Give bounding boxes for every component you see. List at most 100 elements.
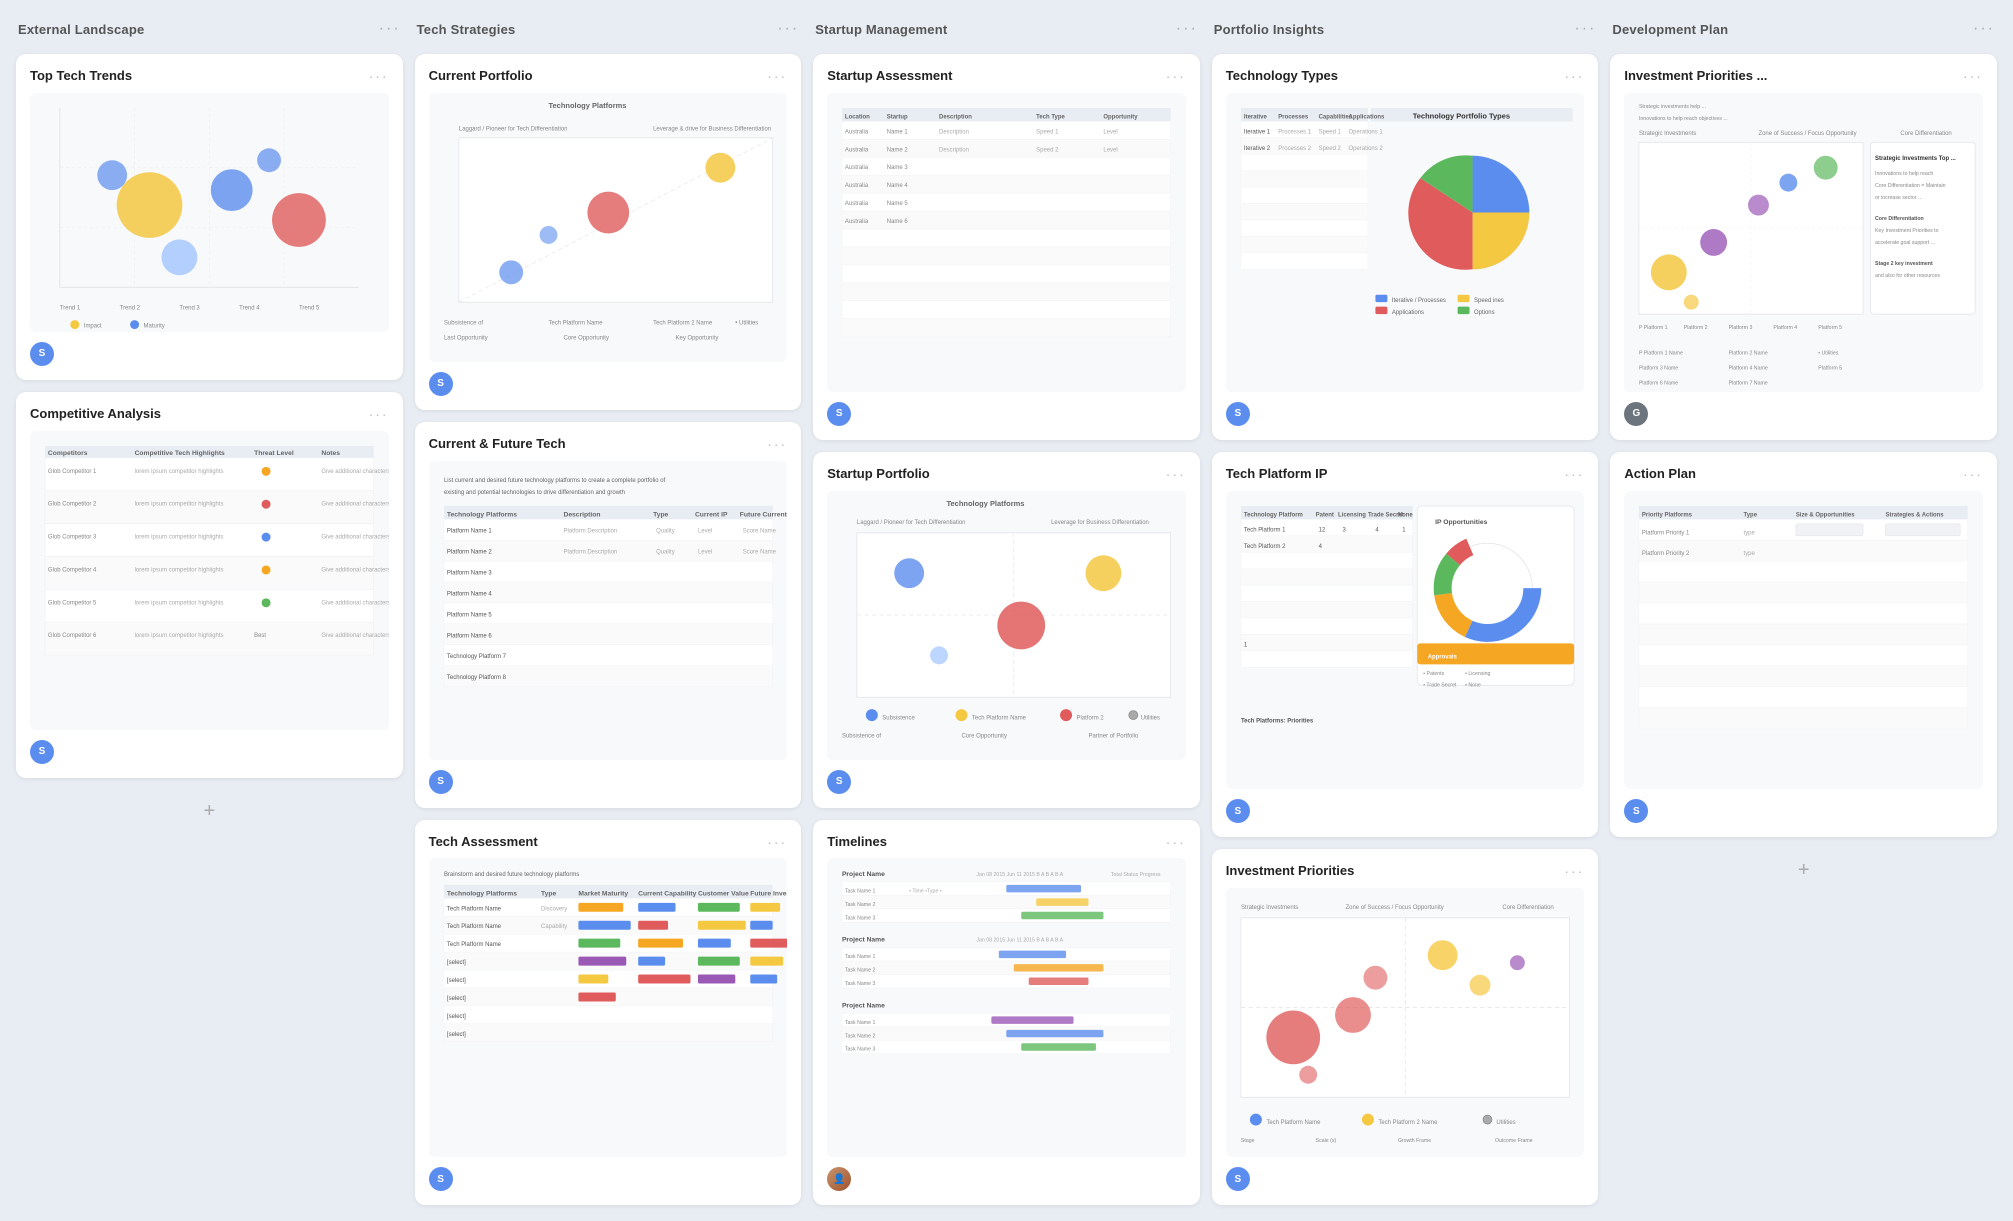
svg-text:Name 5: Name 5 [887,201,909,207]
svg-text:lorem ipsum competitor highlig: lorem ipsum competitor highlights [135,633,224,639]
card-menu-tech-types[interactable]: ··· [1564,68,1584,84]
card-menu-action-plan[interactable]: ··· [1963,466,1983,482]
svg-text:Platform 3 Name: Platform 3 Name [1639,365,1678,371]
svg-text:Quality: Quality [656,549,675,555]
card-footer-startup-assessment: S [827,402,1186,426]
svg-text:Tech Platform 2 Name: Tech Platform 2 Name [653,320,713,326]
card-header-top-tech-trends: Top Tech Trends ··· [30,68,389,85]
column-title-portfolio: Portfolio Insights [1214,22,1324,37]
svg-text:Task Name 3: Task Name 3 [845,1047,876,1053]
add-card-dev-plan[interactable]: + [1610,849,1997,892]
svg-text:Glob Competitor 3: Glob Competitor 3 [48,534,97,540]
svg-text:Licensing: Licensing [1338,512,1366,518]
card-menu-top-tech-trends[interactable]: ··· [369,68,389,84]
svg-text:Australia: Australia [845,147,869,153]
card-preview-tech-assessment: Brainstorm and desired future technology… [429,858,788,1157]
card-header-investment-dev: Investment Priorities ... ··· [1624,68,1983,85]
svg-text:Task Name 3: Task Name 3 [845,981,876,987]
card-menu-timelines[interactable]: ··· [1166,834,1186,850]
card-menu-competitive[interactable]: ··· [369,406,389,422]
current-portfolio-svg: Technology Platforms Laggard / Pioneer f… [429,93,788,362]
svg-text:Notes: Notes [321,450,340,457]
svg-text:Type: Type [541,891,556,898]
card-menu-startup-portfolio[interactable]: ··· [1166,466,1186,482]
startup-assessment-svg: Location Startup Description Tech Type O… [827,93,1186,392]
card-menu-investment-dev[interactable]: ··· [1963,68,1983,84]
svg-text:Platform Name 5: Platform Name 5 [447,612,492,618]
card-menu-current-future[interactable]: ··· [767,436,787,452]
card-startup-portfolio[interactable]: Startup Portfolio ··· Technology Platfor… [813,452,1200,808]
card-action-plan[interactable]: Action Plan ··· Priority Platforms Type … [1610,452,1997,838]
svg-text:Patent: Patent [1315,512,1333,518]
card-startup-assessment[interactable]: Startup Assessment ··· Location Startup … [813,54,1200,440]
svg-text:Platform 3: Platform 3 [1729,325,1753,331]
card-footer-top-tech-trends: S [30,342,389,366]
card-competitive-analysis[interactable]: Competitive Analysis ··· Competitors Com… [16,392,403,778]
svg-text:Speed 2: Speed 2 [1036,147,1059,153]
column-menu-tech-strat[interactable]: ··· [777,20,799,38]
column-development-plan: Development Plan ··· Investment Prioriti… [1610,16,1997,892]
card-title-startup-assessment: Startup Assessment [827,68,952,85]
svg-text:Key Investment Priorities to: Key Investment Priorities to [1875,228,1939,234]
card-menu-tech-platform-ip[interactable]: ··· [1564,466,1584,482]
card-menu-investment[interactable]: ··· [1564,863,1584,879]
svg-text:Australia: Australia [845,165,869,171]
svg-text:Stage: Stage [1241,1138,1255,1144]
svg-text:Level: Level [1104,147,1118,153]
svg-text:P Platform 1 Name: P Platform 1 Name [1639,350,1683,356]
avatar-current-future: S [429,770,453,794]
avatar-investment-dev: G [1624,402,1648,426]
svg-text:Partner of Portfolio: Partner of Portfolio [1089,733,1139,739]
card-investment-priorities-dev[interactable]: Investment Priorities ... ··· Strategic … [1610,54,1997,440]
card-technology-types[interactable]: Technology Types ··· Iterative Processes… [1212,54,1599,440]
column-menu-external[interactable]: ··· [379,20,401,38]
card-menu-tech-assessment[interactable]: ··· [767,834,787,850]
svg-text:type: type [1744,530,1756,536]
svg-text:Australia: Australia [845,183,869,189]
svg-text:Operations 1: Operations 1 [1348,129,1383,135]
card-current-portfolio[interactable]: Current Portfolio ··· Technology Platfor… [415,54,802,410]
svg-text:Tech Platform Name: Tech Platform Name [447,943,502,949]
svg-text:Tech Platform Name: Tech Platform Name [972,715,1027,721]
card-tech-assessment[interactable]: Tech Assessment ··· Brainstorm and desir… [415,820,802,1206]
svg-text:lorem ipsum competitor highlig: lorem ipsum competitor highlights [135,534,224,540]
column-menu-startup[interactable]: ··· [1176,20,1198,38]
card-title-investment: Investment Priorities [1226,863,1355,880]
svg-text:Platform Priority 1: Platform Priority 1 [1642,530,1690,536]
column-header-startup: Startup Management ··· [813,16,1200,42]
card-title-tech-assessment: Tech Assessment [429,834,538,851]
avatar-tech-platform-ip: S [1226,799,1250,823]
card-current-future-tech[interactable]: Current & Future Tech ··· List current a… [415,422,802,808]
column-menu-dev-plan[interactable]: ··· [1973,20,1995,38]
svg-text:Utilities: Utilities [1141,715,1160,721]
svg-text:Technology Portfolio Types: Technology Portfolio Types [1413,111,1510,120]
svg-text:Tech Platform 1: Tech Platform 1 [1244,527,1286,533]
svg-text:Core Opportunity: Core Opportunity [563,335,608,341]
svg-text:Capability: Capability [541,925,567,931]
svg-text:Task Name 1: Task Name 1 [845,1020,876,1026]
svg-text:Brainstorm and desired future: Brainstorm and desired future technology… [444,872,579,878]
avatar-competitive: S [30,740,54,764]
svg-text:Leverage & drive for Business: Leverage & drive for Business Differenti… [653,126,771,132]
svg-text:Project Name: Project Name [842,1003,885,1010]
card-title-timelines: Timelines [827,834,887,851]
avatar-action-plan: S [1624,799,1648,823]
svg-text:Best: Best [254,633,266,639]
card-tech-platform-ip[interactable]: Tech Platform IP ··· Technology Platform… [1212,452,1599,838]
card-investment-priorities[interactable]: Investment Priorities ··· Strategic Inve… [1212,849,1599,1205]
card-footer-tech-types: S [1226,402,1585,426]
card-top-tech-trends[interactable]: Top Tech Trends ··· [16,54,403,380]
avatar-tech-assessment: S [429,1167,453,1191]
svg-text:Customer Value: Customer Value [698,891,749,898]
card-menu-startup-assessment[interactable]: ··· [1166,68,1186,84]
card-preview-timelines: Project Name Jan 08 2015 Jun 11 2015 B A… [827,858,1186,1157]
svg-text:Glob Competitor 4: Glob Competitor 4 [48,567,97,573]
card-menu-current-portfolio[interactable]: ··· [767,68,787,84]
avatar-investment: S [1226,1167,1250,1191]
add-card-external[interactable]: + [16,790,403,833]
column-menu-portfolio[interactable]: ··· [1574,20,1596,38]
svg-text:Current IP: Current IP [695,511,728,518]
svg-text:[select]: [select] [447,978,466,984]
svg-text:Processes: Processes [1278,114,1309,120]
card-timelines[interactable]: Timelines ··· Project Name Jan 08 2015 J… [813,820,1200,1206]
